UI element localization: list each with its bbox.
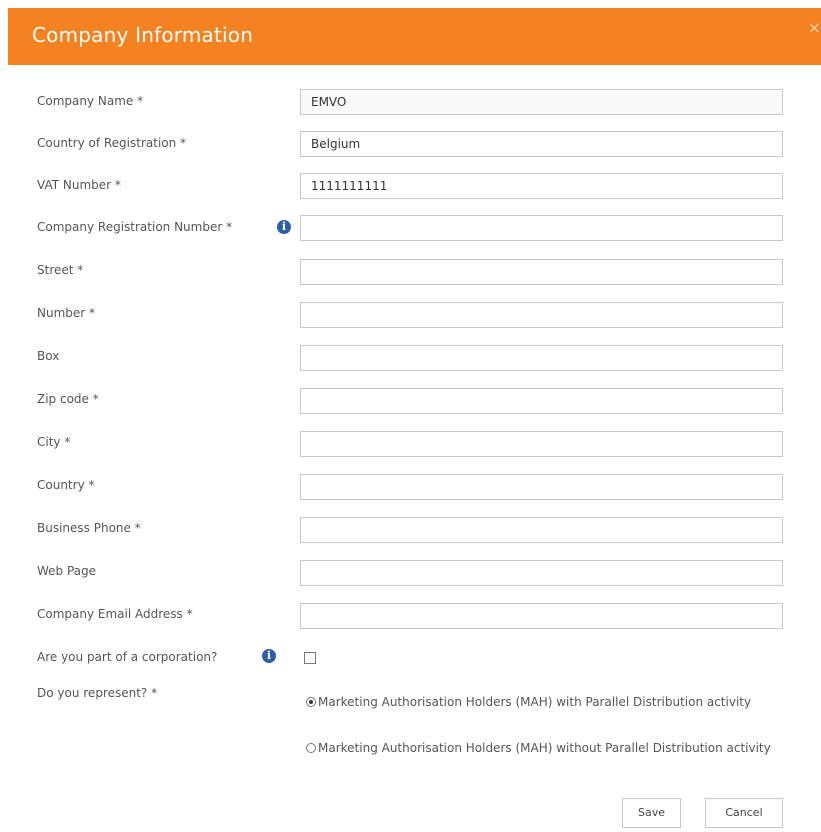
country-of-registration-input[interactable]: Belgium [300, 131, 783, 157]
company-email-label: Company Email Address * [37, 607, 193, 621]
corporation-label: Are you part of a corporation? [37, 650, 218, 664]
company-registration-number-input[interactable] [300, 215, 783, 241]
street-label: Street * [37, 263, 84, 277]
number-label: Number * [37, 306, 96, 320]
zip-code-input[interactable] [300, 388, 783, 414]
represent-option-text: Marketing Authorisation Holders (MAH) wi… [318, 741, 771, 755]
country-of-registration-label: Country of Registration * [37, 136, 187, 150]
number-input[interactable] [300, 302, 783, 328]
represent-option-text: Marketing Authorisation Holders (MAH) wi… [318, 695, 752, 709]
box-input[interactable] [300, 345, 783, 371]
close-icon[interactable]: × [808, 18, 821, 37]
box-label: Box [37, 349, 60, 363]
dialog-header: Company Information × [8, 8, 821, 65]
company-information-dialog: Company Information × Company Name * EMV… [0, 0, 821, 832]
country-label: Country * [37, 478, 95, 492]
city-label: City * [37, 435, 71, 449]
represent-label: Do you represent? * [37, 686, 158, 700]
cancel-button[interactable]: Cancel [705, 798, 783, 828]
street-input[interactable] [300, 259, 783, 285]
radio-button[interactable] [306, 697, 316, 707]
company-registration-number-label: Company Registration Number * [37, 220, 233, 234]
represent-option-mah-without-pd[interactable]: Marketing Authorisation Holders (MAH) wi… [300, 737, 790, 758]
dialog-title: Company Information [32, 23, 254, 47]
corporation-checkbox[interactable] [304, 652, 316, 664]
business-phone-label: Business Phone * [37, 521, 141, 535]
zip-code-label: Zip code * [37, 392, 99, 406]
save-button[interactable]: Save [622, 798, 681, 828]
company-name-input[interactable]: EMVO [300, 89, 783, 115]
represent-option-mah-with-pd[interactable]: Marketing Authorisation Holders (MAH) wi… [300, 691, 790, 712]
info-icon[interactable]: i [277, 220, 291, 234]
info-icon[interactable]: i [262, 649, 276, 663]
company-email-input[interactable] [300, 603, 783, 629]
business-phone-input[interactable] [300, 517, 783, 543]
vat-number-input[interactable]: 1111111111 [300, 173, 783, 199]
city-input[interactable] [300, 431, 783, 457]
web-page-label: Web Page [37, 564, 97, 578]
radio-button[interactable] [306, 743, 316, 753]
web-page-input[interactable] [300, 560, 783, 586]
company-name-label: Company Name * [37, 94, 144, 108]
country-input[interactable] [300, 474, 783, 500]
vat-number-label: VAT Number * [37, 178, 121, 192]
